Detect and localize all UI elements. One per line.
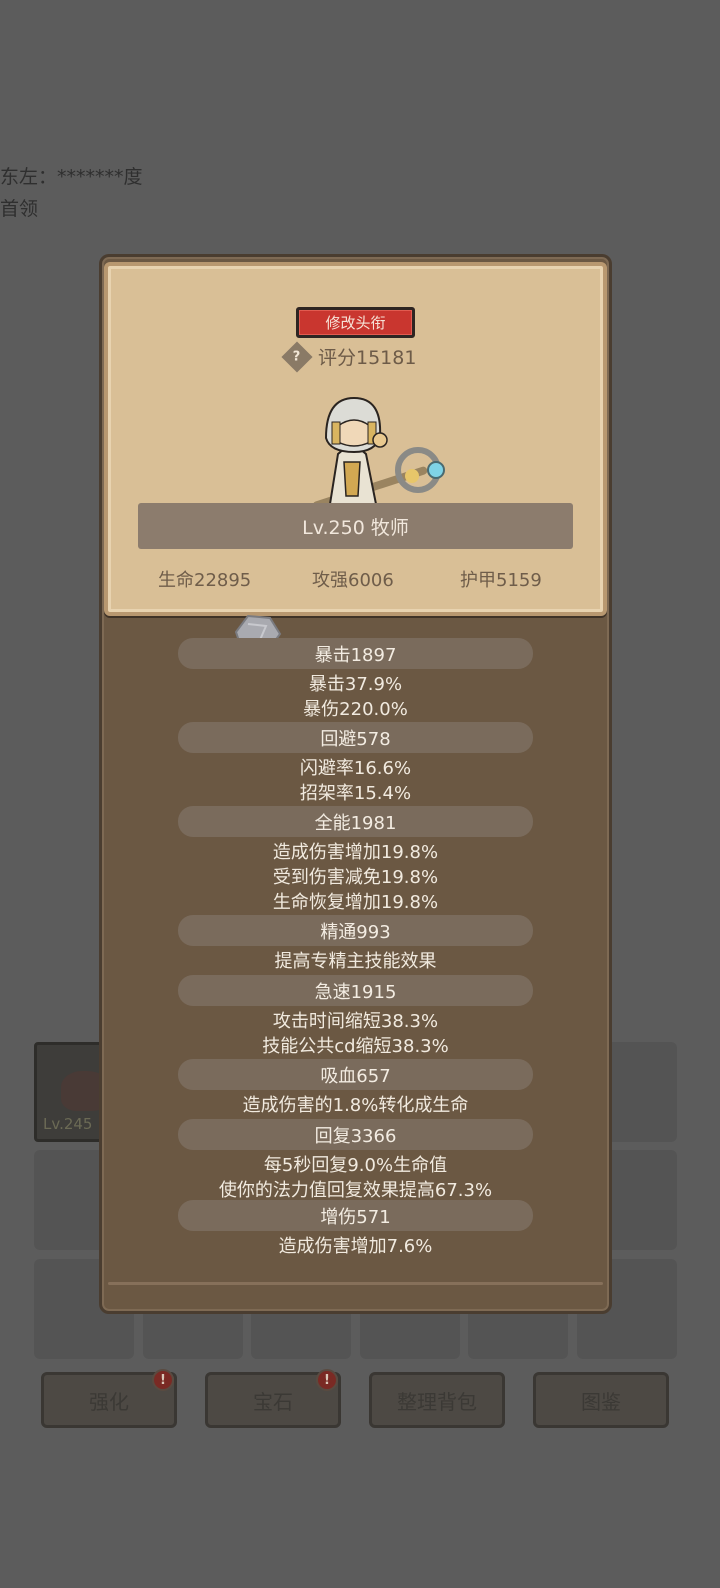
item-level: Lv.245 — [43, 1115, 93, 1133]
stat-header-regen: 回复3366 — [178, 1119, 533, 1150]
stat-line: 造成伤害增加7.6% — [278, 1236, 433, 1257]
base-stats-row: 生命22895 攻强6006 护甲5159 — [138, 566, 573, 592]
stat-line: 造成伤害的1.8%转化成生命 — [242, 1095, 469, 1116]
stat-line: 使你的法力值回复效果提高67.3% — [218, 1180, 493, 1201]
rename-title-button[interactable]: 修改头衔 — [296, 307, 415, 338]
score-row: ? 评分15181 — [281, 340, 417, 373]
stat-header-dodge: 回避578 — [178, 722, 533, 753]
hp-stat: 生命22895 — [158, 570, 252, 591]
level-class-bar: Lv.250 牧师 — [138, 503, 573, 549]
stat-line: 闪避率16.6% — [299, 758, 412, 779]
bg-hint-line-1: 东左：*******度 — [0, 166, 143, 188]
stat-line: 生命恢复增加19.8% — [272, 892, 439, 913]
stat-header-crit: 暴击1897 — [178, 638, 533, 669]
modal-divider — [108, 1282, 603, 1285]
stat-header-haste: 急速1915 — [178, 975, 533, 1006]
attack-stat: 攻强6006 — [312, 570, 394, 591]
score-value: 评分15181 — [318, 347, 417, 369]
gem-button[interactable]: 宝石 ! — [205, 1369, 341, 1428]
armor-stat: 护甲5159 — [460, 570, 542, 591]
stat-header-mastery: 精通993 — [178, 915, 533, 946]
help-symbol: ? — [293, 348, 301, 364]
codex-button[interactable]: 图鉴 — [533, 1372, 669, 1428]
bg-hint-line-2: 首领 — [0, 198, 39, 220]
help-icon[interactable]: ? — [281, 340, 313, 373]
gem-button-label: 宝石 — [253, 1389, 293, 1414]
sort-bag-button[interactable]: 整理背包 — [369, 1372, 505, 1428]
enhance-button[interactable]: 强化 ! — [41, 1369, 177, 1428]
stat-line: 攻击时间缩短38.3% — [272, 1011, 439, 1032]
priest-character-sprite — [312, 396, 445, 507]
stat-line: 暴击37.9% — [308, 674, 403, 695]
stat-line: 技能公共cd缩短38.3% — [262, 1036, 449, 1057]
stat-line: 招架率15.4% — [299, 783, 412, 804]
stat-header-versatility: 全能1981 — [178, 806, 533, 837]
stat-line: 受到伤害减免19.8% — [272, 867, 439, 888]
alert-badge-icon: ! — [316, 1369, 338, 1391]
stat-line: 暴伤220.0% — [303, 699, 408, 720]
alert-badge-icon: ! — [152, 1369, 174, 1391]
enhance-button-label: 强化 — [89, 1389, 129, 1414]
stat-line: 造成伤害增加19.8% — [272, 842, 439, 863]
stat-line: 提高专精主技能效果 — [274, 951, 437, 972]
stat-header-lifesteal: 吸血657 — [178, 1059, 533, 1090]
stat-line: 每5秒回复9.0%生命值 — [263, 1155, 448, 1176]
sort-bag-button-label: 整理背包 — [397, 1389, 477, 1414]
codex-button-label: 图鉴 — [581, 1389, 621, 1414]
stat-header-damage-bonus: 增伤571 — [178, 1200, 533, 1231]
